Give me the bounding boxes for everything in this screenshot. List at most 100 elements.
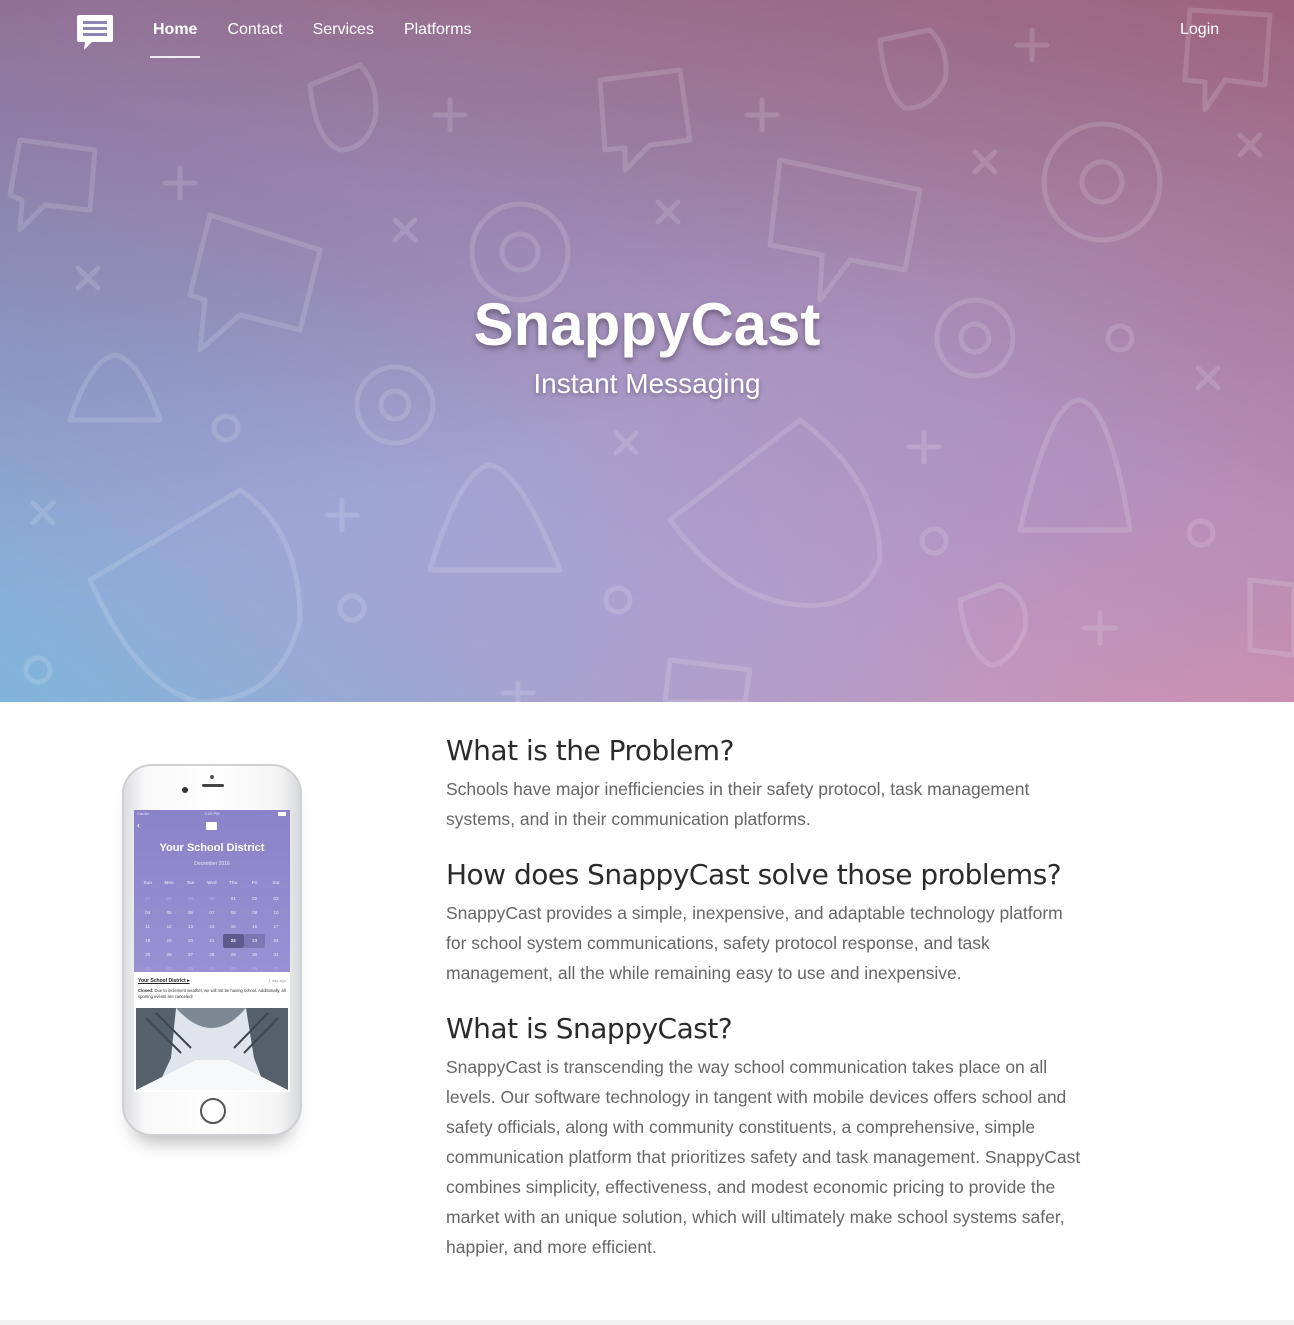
calendar-day[interactable]: 02: [158, 962, 179, 976]
calendar-day[interactable]: 31: [265, 948, 286, 962]
plus-icon: [1082, 610, 1118, 646]
message-status: Closed:: [138, 988, 154, 993]
calendar-day[interactable]: 29: [223, 948, 244, 962]
ring-icon: [23, 655, 53, 685]
calendar-day[interactable]: 12: [158, 920, 179, 934]
ring-icon: [919, 526, 949, 556]
phone-sensor: [210, 775, 214, 779]
calendar-grid: Sun Mon Tue Wed Thu Fri Sat 27 28 29 30 01 02 03 04 05 0…: [137, 878, 287, 976]
ring-icon: [1186, 518, 1216, 548]
phone-screen: Carrier 3:03 PM ‹ Your School District D…: [134, 810, 290, 1092]
calendar-day[interactable]: 25: [137, 948, 158, 962]
calendar-day[interactable]: 26: [158, 948, 179, 962]
x-icon: [613, 430, 639, 456]
speech-bubble-icon: [662, 657, 753, 702]
calendar-day[interactable]: 14: [201, 920, 222, 934]
text-column: What is the Problem? Schools have major …: [446, 732, 1086, 1284]
nav-link-contact[interactable]: Contact: [224, 0, 285, 58]
nav-link-services[interactable]: Services: [310, 0, 377, 58]
phone-camera: [182, 787, 188, 793]
phone-mockup: Carrier 3:03 PM ‹ Your School District D…: [122, 764, 302, 1136]
gear-icon: [1041, 121, 1163, 243]
calendar-day[interactable]: 13: [180, 920, 201, 934]
calendar-weekday: Wed: [207, 880, 217, 885]
chat-message-icon[interactable]: [76, 14, 114, 52]
calendar-day[interactable]: 23: [243, 934, 266, 948]
about-heading: What is SnappyCast?: [446, 1012, 733, 1045]
about-section: What is SnappyCast? SnappyCast is transc…: [446, 1010, 1086, 1262]
phone-speaker: [202, 784, 224, 787]
calendar-week-row: 27 28 29 30 01 02 03: [137, 892, 287, 906]
gear-icon: [469, 201, 571, 303]
calendar-day[interactable]: 27: [180, 948, 201, 962]
nav-link-home[interactable]: Home: [150, 0, 201, 58]
calendar-day[interactable]: 27: [137, 892, 158, 906]
calendar-day[interactable]: 28: [201, 948, 222, 962]
calendar-day[interactable]: 04: [137, 906, 158, 920]
calendar-day[interactable]: 29: [180, 892, 201, 906]
calendar-day[interactable]: 04: [201, 962, 222, 976]
bell-icon: [1017, 397, 1133, 533]
solution-heading: How does SnappyCast solve those problems…: [446, 858, 1062, 891]
calendar-weekday-row: Sun Mon Tue Wed Thu Fri Sat: [137, 878, 287, 892]
calendar-day[interactable]: 08: [223, 906, 244, 920]
calendar-day[interactable]: 07: [265, 962, 286, 976]
login-link[interactable]: Login: [1180, 0, 1219, 60]
calendar-day[interactable]: 15: [223, 920, 244, 934]
plus-icon: [500, 680, 536, 702]
speech-bubble-icon: [597, 67, 693, 173]
bottom-divider: [0, 1320, 1294, 1325]
calendar-day[interactable]: 18: [137, 934, 158, 948]
calendar-day[interactable]: 03: [180, 962, 201, 976]
shield-icon: [667, 417, 883, 608]
ring-icon: [603, 585, 633, 615]
back-chevron-icon[interactable]: ‹: [137, 820, 140, 830]
calendar-day[interactable]: 06: [244, 962, 265, 976]
calendar-day[interactable]: 21: [201, 934, 222, 948]
nav-links: Home Contact Services Platforms: [150, 0, 499, 58]
plus-icon: [432, 97, 468, 133]
plus-icon: [324, 497, 360, 533]
solution-body: SnappyCast provides a simple, inexpensiv…: [446, 903, 1063, 983]
calendar-day[interactable]: 24: [265, 934, 286, 948]
calendar-week-row: 25 26 27 28 29 30 31: [137, 948, 287, 962]
phone-home-button[interactable]: [200, 1098, 226, 1124]
calendar-day[interactable]: 09: [244, 906, 265, 920]
calendar-day[interactable]: 10: [265, 906, 286, 920]
calendar-day[interactable]: 05: [158, 906, 179, 920]
calendar-day[interactable]: 16: [244, 920, 265, 934]
calendar-day[interactable]: 17: [265, 920, 286, 934]
problem-heading: What is the Problem?: [446, 734, 734, 767]
calendar-day[interactable]: 06: [180, 906, 201, 920]
district-title: Your School District: [159, 842, 265, 854]
x-icon: [30, 500, 56, 526]
calendar-week-row: 18 19 20 21 22 23 24: [137, 934, 287, 948]
month-label: December 2016: [194, 861, 230, 867]
calendar-day[interactable]: 20: [180, 934, 201, 948]
hero-banner: Home Contact Services Platforms Login Sn…: [0, 0, 1294, 702]
calendar-day[interactable]: 22: [222, 934, 244, 948]
message-sender[interactable]: Your School District ▸: [138, 978, 190, 984]
x-icon: [392, 217, 418, 243]
calendar-day[interactable]: 03: [265, 892, 286, 906]
calendar-week-row: 01 02 03 04 05 06 07: [137, 962, 287, 976]
calendar-day[interactable]: 30: [244, 948, 265, 962]
shield-icon: [957, 582, 1029, 668]
bell-icon: [427, 462, 563, 573]
calendar-day[interactable]: 02: [244, 892, 265, 906]
calendar-day[interactable]: 01: [223, 892, 244, 906]
problem-section: What is the Problem? Schools have major …: [446, 732, 1086, 834]
calendar-day[interactable]: 01: [137, 962, 158, 976]
calendar-day[interactable]: 28: [158, 892, 179, 906]
calendar-day[interactable]: 30: [201, 892, 222, 906]
calendar-day[interactable]: 11: [137, 920, 158, 934]
ring-icon: [211, 413, 241, 443]
ring-icon: [337, 593, 367, 623]
chat-message-icon: [206, 822, 217, 830]
nav-link-platforms[interactable]: Platforms: [401, 0, 475, 58]
x-icon: [972, 149, 998, 175]
about-body: SnappyCast is transcending the way schoo…: [446, 1057, 1081, 1257]
calendar-day[interactable]: 05: [223, 962, 244, 976]
calendar-day[interactable]: 19: [158, 934, 179, 948]
calendar-day[interactable]: 07: [201, 906, 222, 920]
